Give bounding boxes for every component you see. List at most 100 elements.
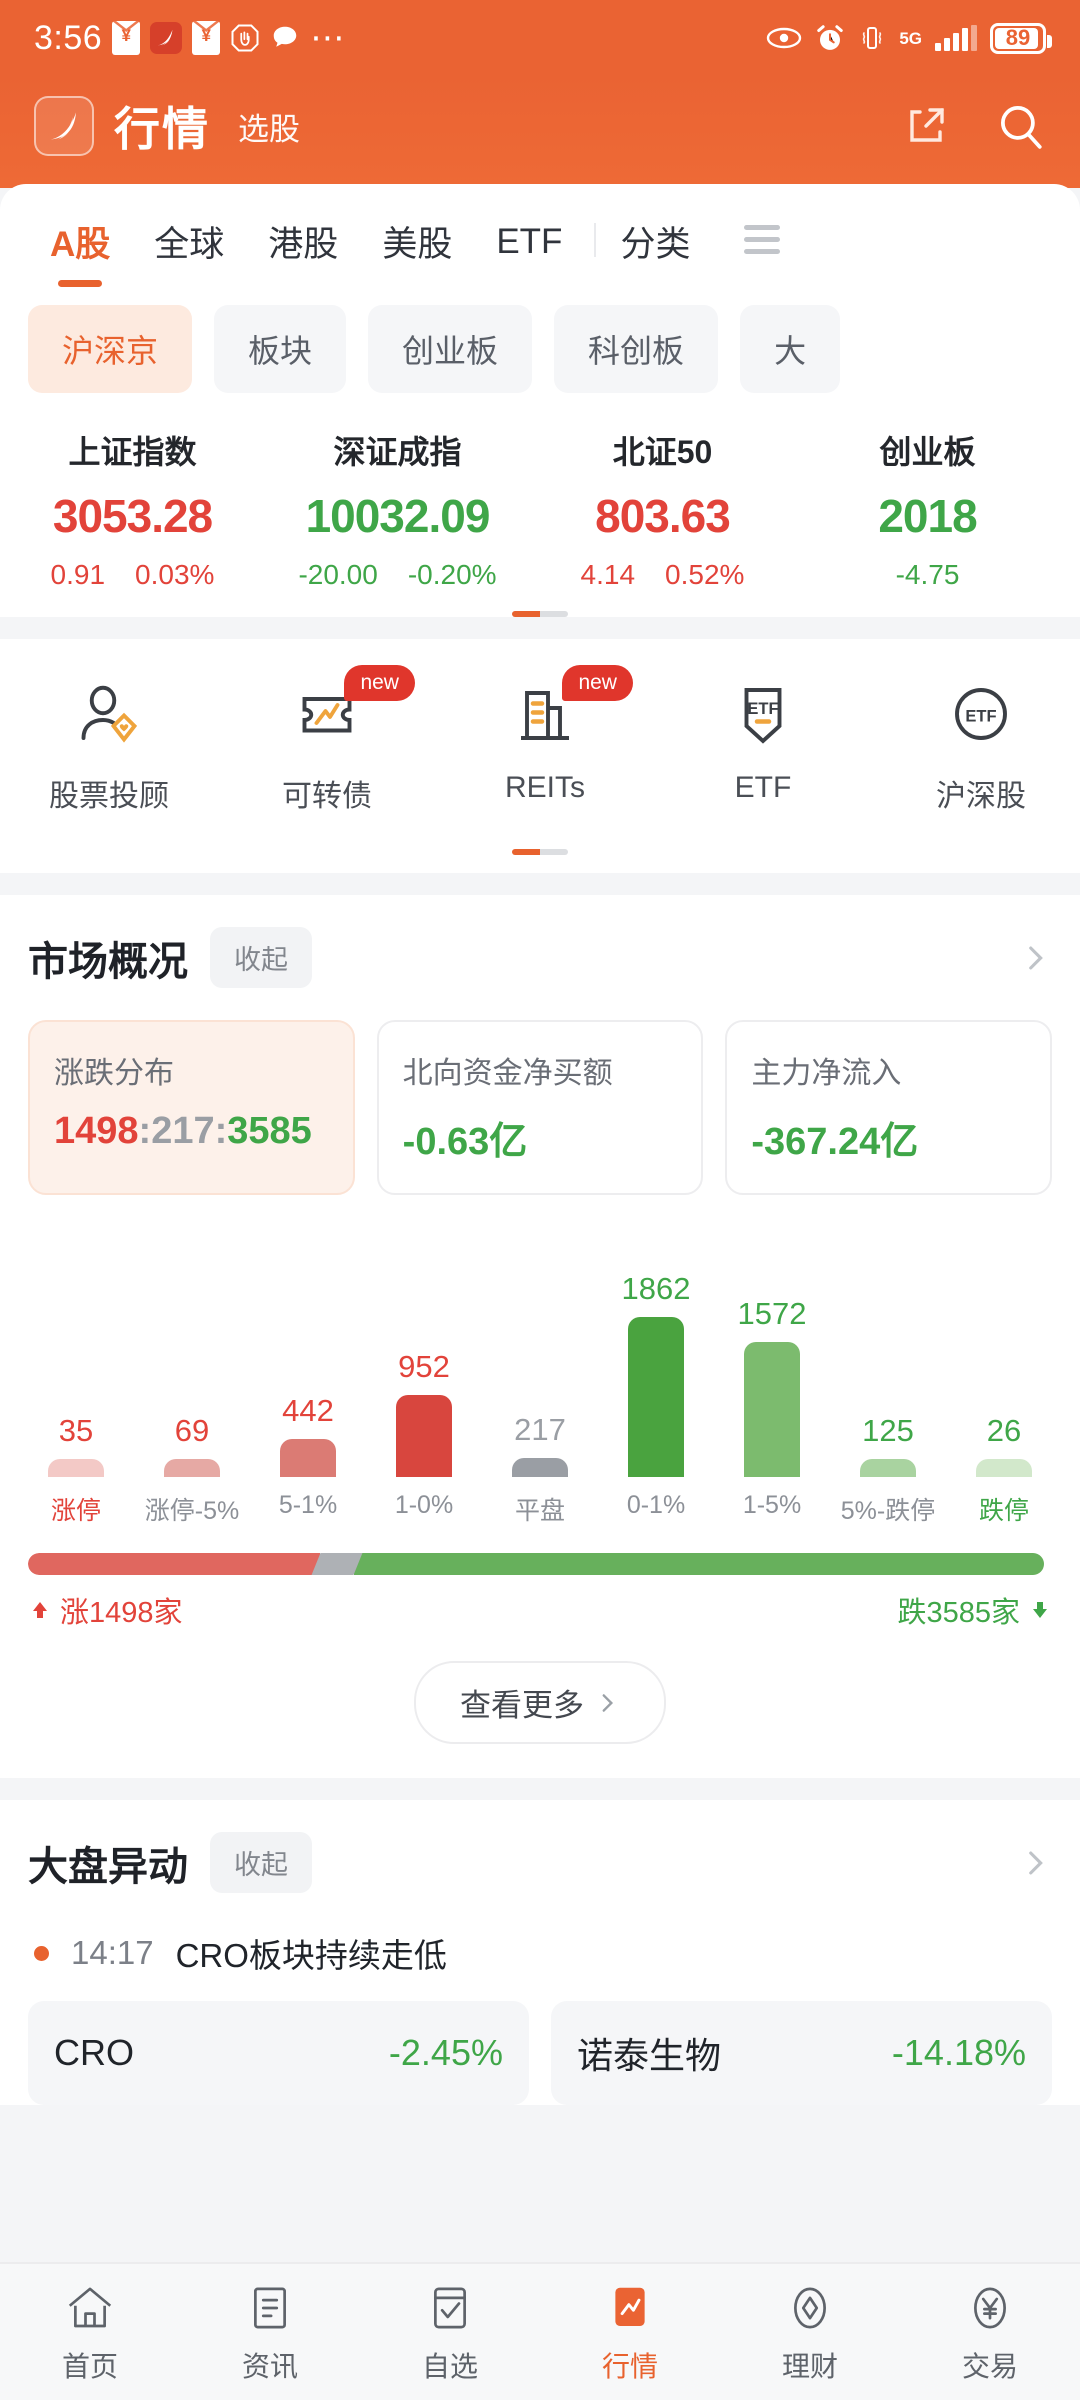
chart-x-label: 涨停-5%: [144, 1497, 240, 1525]
quick-link-hushen[interactable]: ETF 沪深股: [872, 669, 1080, 815]
ratio-captions: 涨1498家 跌3585家: [28, 1589, 1052, 1631]
nav-item-trade[interactable]: 交易: [900, 2279, 1080, 2385]
red-packet-icon: ¥: [112, 21, 141, 55]
view-more-button[interactable]: 查看更多: [414, 1661, 666, 1744]
index-value: 803.63: [595, 490, 731, 542]
chart-bar-value: 69: [174, 1413, 210, 1448]
index-name: 深证成指: [333, 434, 462, 470]
wealth-diamond-icon: [720, 2279, 900, 2337]
tab-categories[interactable]: 分类: [598, 206, 712, 273]
mover-card-cro[interactable]: CRO -2.45%: [28, 2001, 529, 2105]
view-more-label: 查看更多: [460, 1688, 584, 1723]
index-change: -20.00 -0.20%: [265, 559, 530, 591]
nav-label: 自选: [421, 2351, 478, 2382]
chart-bar: [164, 1459, 220, 1477]
market-alert-item[interactable]: 14:17 CRO板块持续走低: [0, 1903, 1080, 1987]
stop-hand-icon: [230, 23, 260, 53]
quick-link-convertible-bond[interactable]: new 可转债: [218, 665, 436, 815]
index-change-abs: -20.00: [298, 559, 378, 590]
app-header: 行情 选股: [0, 76, 1080, 188]
news-icon: [180, 2279, 360, 2337]
search-icon[interactable]: [996, 101, 1046, 151]
quick-links-carousel-indicator: [0, 849, 1080, 855]
ratio-down-label: 跌3585家: [897, 1597, 1020, 1629]
market-overview-header: 市场概况 收起: [0, 895, 1080, 998]
ratio-down-caption: 跌3585家: [897, 1589, 1052, 1631]
metric-up-count: 1498: [54, 1110, 139, 1152]
chevron-right-icon[interactable]: [1018, 941, 1052, 975]
chip-bankuai[interactable]: 板块: [214, 305, 347, 393]
stock-picker-link[interactable]: 选股: [238, 104, 300, 149]
hamburger-menu-icon[interactable]: [726, 217, 798, 262]
mover-card-nuotai[interactable]: 诺泰生物 -14.18%: [551, 2001, 1052, 2105]
arrow-up-icon: [33, 1602, 47, 1618]
alert-text: CRO板块持续走低: [175, 1937, 447, 1974]
tab-global[interactable]: 全球: [132, 206, 246, 273]
quick-links: 股票投顾 new 可转债 new REITs ETF ETF ETF 沪深股: [0, 639, 1080, 829]
quick-link-advisor[interactable]: 股票投顾: [0, 669, 218, 815]
index-change-abs: 0.91: [50, 559, 106, 590]
chart-bar: [280, 1439, 336, 1477]
ratio-segment-flat: [311, 1553, 363, 1575]
chip-chuangyeban[interactable]: 创业板: [368, 305, 533, 393]
metric-label: 主力净流入: [751, 1057, 902, 1090]
chart-bar-column: 26: [946, 1227, 1062, 1477]
chart-x-label: 涨停: [50, 1497, 101, 1525]
index-name: 上证指数: [68, 434, 197, 470]
chart-bar-value: 442: [282, 1393, 334, 1428]
chart-bar: [976, 1459, 1032, 1477]
tab-a-shares[interactable]: A股: [28, 206, 132, 273]
reits-building-icon: new: [436, 665, 654, 759]
quick-link-label: 沪深股: [936, 780, 1026, 813]
metric-card-northbound[interactable]: 北向资金净买额 -0.63亿: [376, 1020, 704, 1195]
tab-us-shares[interactable]: 美股: [360, 206, 474, 273]
advisor-icon: [0, 669, 218, 759]
chip-kechuangban[interactable]: 科创板: [554, 305, 719, 393]
index-card-shanghai[interactable]: 上证指数 3053.28 0.91 0.03%: [0, 427, 265, 591]
view-more-wrap: 查看更多: [0, 1631, 1080, 1778]
index-card-beijing50[interactable]: 北证50 803.63 4.14 0.52%: [530, 427, 795, 591]
share-icon[interactable]: [902, 102, 950, 150]
collapse-button[interactable]: 收起: [210, 1832, 312, 1893]
index-change-pct: -0.20%: [407, 559, 497, 590]
metric-card-distribution[interactable]: 涨跌分布 1498:217:3585: [28, 1020, 355, 1195]
market-metrics: 涨跌分布 1498:217:3585 北向资金净买额 -0.63亿 主力净流入 …: [0, 998, 1080, 1201]
chart-bar-value: 26: [986, 1413, 1022, 1448]
metric-label: 北向资金净买额: [402, 1057, 613, 1090]
chart-bars: 35 69 442 952 217 1862 1572 125 26: [18, 1227, 1062, 1477]
quick-link-label: ETF: [734, 771, 792, 804]
ratio-bar: [28, 1553, 1052, 1575]
mover-name: 诺泰生物: [577, 2035, 722, 2076]
nav-label: 首页: [61, 2351, 118, 2382]
app-logo-icon: [34, 96, 94, 156]
status-bar: 3:56 ¥ ¥ ⋯ 5G 89: [0, 0, 1080, 76]
index-card-shenzhen[interactable]: 深证成指 10032.09 -20.00 -0.20%: [265, 427, 530, 591]
tab-etf[interactable]: ETF: [474, 212, 584, 268]
chip-hushenjing[interactable]: 沪深京: [28, 305, 193, 393]
index-name: 北证50: [612, 434, 713, 470]
chart-bar-column: 442: [250, 1227, 366, 1477]
chip-partial[interactable]: 大: [740, 305, 841, 393]
home-icon: [0, 2279, 180, 2337]
chevron-right-icon[interactable]: [1018, 1846, 1052, 1880]
nav-item-watchlist[interactable]: 自选: [360, 2279, 540, 2385]
tab-hk-shares[interactable]: 港股: [246, 206, 360, 273]
index-card-chinext[interactable]: 创业板 2018 -4.75: [795, 427, 1060, 591]
chart-bar-column: 1862: [598, 1227, 714, 1477]
index-change-abs: -4.75: [895, 559, 960, 590]
quick-link-etf[interactable]: ETF ETF: [654, 669, 872, 815]
chart-x-label: 5-1%: [278, 1491, 338, 1519]
nav-item-wealth[interactable]: 理财: [720, 2279, 900, 2385]
collapse-button[interactable]: 收起: [210, 927, 312, 988]
badge-new: new: [562, 665, 633, 701]
chart-bar-column: 1572: [714, 1227, 830, 1477]
nav-item-market[interactable]: 行情: [540, 2279, 720, 2385]
trade-yuan-icon: [900, 2279, 1080, 2337]
tab-divider: [594, 222, 597, 257]
eye-icon: [766, 26, 802, 50]
chart-bar: [628, 1317, 684, 1477]
nav-item-news[interactable]: 资讯: [180, 2279, 360, 2385]
metric-card-main-inflow[interactable]: 主力净流入 -367.24亿: [725, 1020, 1053, 1195]
nav-item-home[interactable]: 首页: [0, 2279, 180, 2385]
quick-link-reits[interactable]: new REITs: [436, 665, 654, 815]
